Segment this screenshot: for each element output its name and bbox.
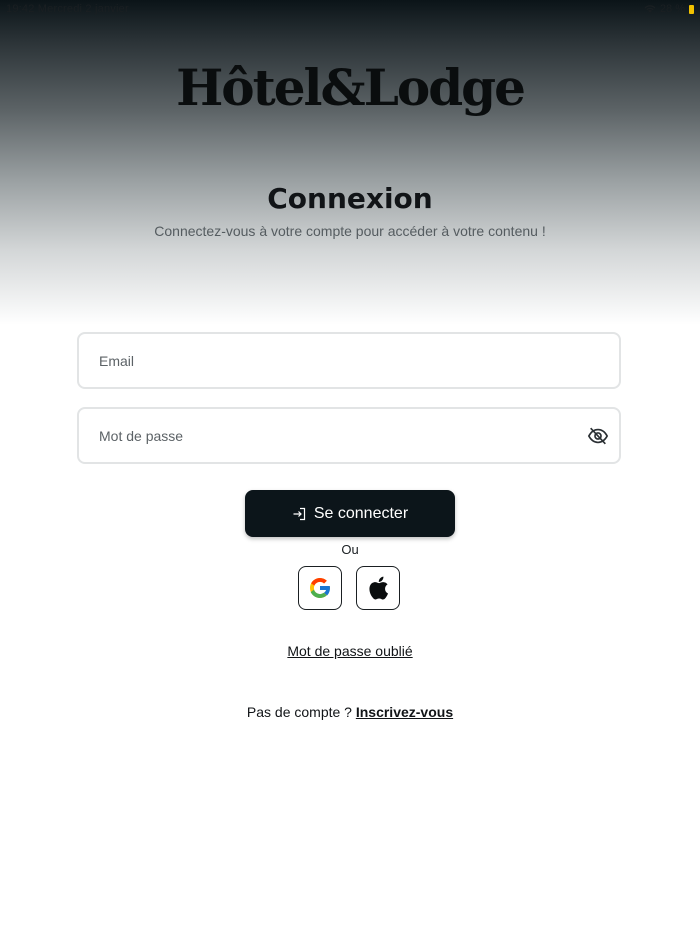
login-button-label: Se connecter bbox=[313, 504, 409, 522]
status-time-date: 19:42 Mercredi 2 janvier bbox=[6, 3, 129, 15]
eye-slash-icon[interactable] bbox=[587, 425, 609, 447]
apple-icon bbox=[369, 576, 388, 600]
login-icon bbox=[293, 507, 305, 520]
email-placeholder: Email bbox=[99, 353, 135, 369]
signup-link[interactable]: Inscrivez-vous bbox=[356, 704, 453, 720]
forgot-password-link[interactable]: Mot de passe oublié bbox=[0, 643, 700, 659]
apple-signin-button[interactable] bbox=[356, 566, 400, 610]
no-account-text: Pas de compte ? bbox=[246, 704, 356, 720]
status-right: 28 % bbox=[644, 3, 694, 15]
divider-text: Ou bbox=[341, 542, 359, 557]
battery-icon bbox=[689, 4, 694, 14]
page-subtitle: Connectez-vous à votre compte pour accéd… bbox=[154, 223, 546, 239]
password-placeholder: Mot de passe bbox=[99, 428, 184, 444]
password-field[interactable]: Mot de passe bbox=[77, 407, 621, 464]
email-field[interactable]: Email bbox=[77, 332, 621, 389]
battery-percentage: 28 % bbox=[659, 3, 685, 15]
wifi-icon bbox=[644, 5, 656, 13]
google-signin-button[interactable] bbox=[298, 566, 342, 610]
signup-row: Pas de compte ? Inscrivez-vous bbox=[0, 704, 700, 720]
brand-logo: Hôtel&Lodge bbox=[176, 58, 526, 117]
header-gradient-background bbox=[0, 0, 700, 330]
page-title: Connexion bbox=[267, 182, 433, 215]
status-bar: 19:42 Mercredi 2 janvier 28 % bbox=[0, 0, 700, 18]
login-button[interactable]: Se connecter bbox=[245, 490, 455, 537]
google-icon bbox=[310, 578, 331, 598]
